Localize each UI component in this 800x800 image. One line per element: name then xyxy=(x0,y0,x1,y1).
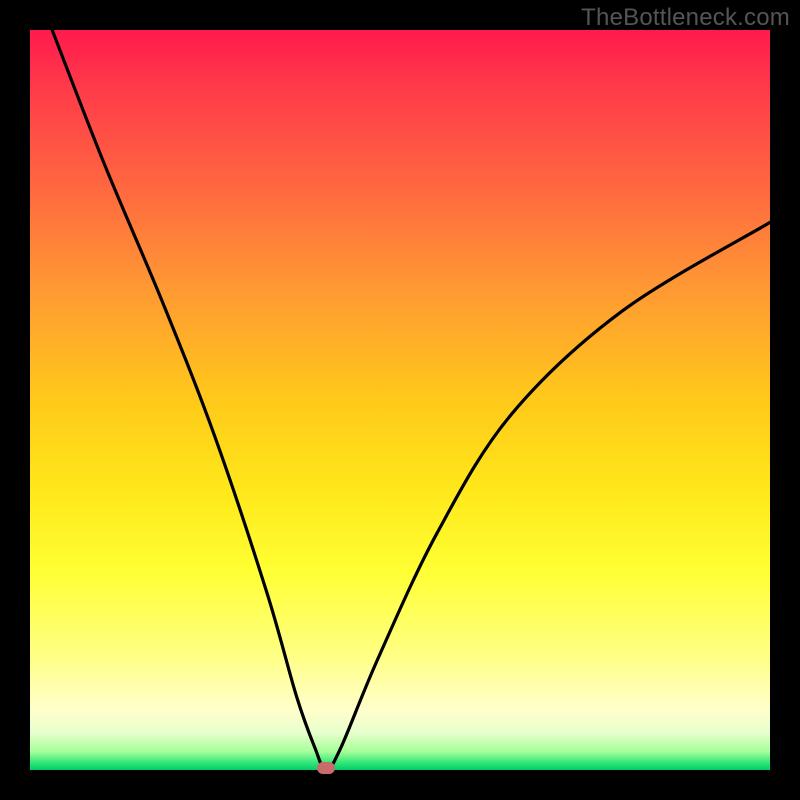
watermark-text: TheBottleneck.com xyxy=(581,4,790,32)
optimal-point-marker xyxy=(317,762,335,774)
bottleneck-curve xyxy=(30,30,770,770)
chart-plot-area xyxy=(30,30,770,770)
